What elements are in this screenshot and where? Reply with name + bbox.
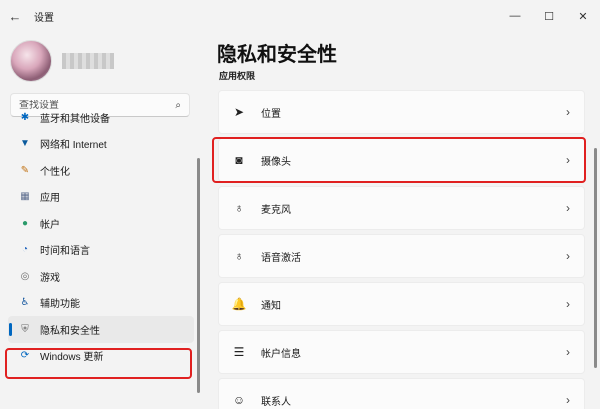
sidebar-item-icon: ● bbox=[21, 217, 29, 229]
sidebar-item-label: 个性化 bbox=[40, 166, 70, 178]
sidebar-item-icon: ✎ bbox=[20, 164, 30, 176]
user-profile[interactable] bbox=[10, 40, 114, 82]
permission-row-5[interactable]: ☰ 帐户信息 › bbox=[218, 330, 585, 374]
maximize-icon: ☐ bbox=[544, 10, 554, 23]
sidebar-item-label: 辅助功能 bbox=[40, 299, 80, 311]
sidebar-item-label: 蓝牙和其他设备 bbox=[40, 113, 110, 125]
minimize-icon: — bbox=[509, 10, 521, 22]
sidebar-item-5[interactable]: ◔ 时间和语言 bbox=[8, 237, 194, 264]
close-button[interactable]: ✕ bbox=[566, 0, 600, 32]
permission-icon: ☺ bbox=[232, 393, 246, 407]
chevron-right-icon: › bbox=[566, 393, 570, 407]
sidebar-item-icon: ⛨ bbox=[21, 323, 29, 335]
sidebar-item-label: 时间和语言 bbox=[40, 246, 90, 258]
sidebar-nav: ✱ 蓝牙和其他设备 ▼ 网络和 Internet ✎ 个性化 ▦ 应用 ● 帐户 ◔ 时间和语言 ◎ 游戏… bbox=[8, 104, 194, 369]
app-title: 设置 bbox=[34, 12, 54, 24]
chevron-right-icon: › bbox=[566, 345, 570, 359]
permission-label: 麦克风 bbox=[261, 204, 291, 216]
sidebar-item-label: 游戏 bbox=[40, 272, 60, 284]
sidebar-item-icon: ◎ bbox=[20, 270, 30, 282]
chevron-right-icon: › bbox=[566, 249, 570, 263]
permission-icon: ➤ bbox=[233, 105, 245, 119]
permission-icon: ♁ bbox=[234, 249, 244, 263]
main-scrollbar[interactable] bbox=[594, 148, 597, 368]
blurred-user-name bbox=[62, 53, 114, 69]
back-button[interactable]: ← bbox=[0, 0, 30, 32]
permission-label: 联系人 bbox=[261, 396, 291, 408]
permission-row-3[interactable]: ♁ 语音激活 › bbox=[218, 234, 585, 278]
sidebar-item-8[interactable]: ⛨ 隐私和安全性 bbox=[8, 316, 194, 343]
minimize-button[interactable]: — bbox=[498, 0, 532, 32]
sidebar-item-label: 应用 bbox=[40, 193, 60, 205]
avatar bbox=[10, 40, 52, 82]
sidebar-item-4[interactable]: ● 帐户 bbox=[8, 210, 194, 237]
back-arrow-icon: ← bbox=[8, 8, 22, 24]
sidebar-item-7[interactable]: ♿ 辅助功能 bbox=[8, 290, 194, 317]
permission-label: 帐户信息 bbox=[261, 348, 301, 360]
permission-icon: 🔔 bbox=[231, 297, 247, 311]
sidebar-item-icon: ▼ bbox=[20, 138, 30, 150]
permission-row-2[interactable]: ♁ 麦克风 › bbox=[218, 186, 585, 230]
permission-label: 通知 bbox=[261, 300, 281, 312]
sidebar-item-icon: ▦ bbox=[20, 191, 30, 203]
page-title: 隐私和安全性 bbox=[217, 44, 337, 66]
chevron-right-icon: › bbox=[566, 105, 570, 119]
permission-label: 语音激活 bbox=[261, 252, 301, 264]
sidebar-item-1[interactable]: ▼ 网络和 Internet bbox=[8, 131, 194, 158]
sidebar-scrollbar[interactable] bbox=[197, 158, 200, 393]
permission-label: 位置 bbox=[261, 108, 281, 120]
permission-icon: ☰ bbox=[233, 345, 245, 359]
sidebar-item-icon: ◔ bbox=[21, 244, 29, 256]
section-label: 应用权限 bbox=[219, 71, 256, 81]
chevron-right-icon: › bbox=[566, 297, 570, 311]
sidebar-item-label: 网络和 Internet bbox=[40, 140, 107, 152]
sidebar-item-3[interactable]: ▦ 应用 bbox=[8, 184, 194, 211]
sidebar-item-icon: ♿ bbox=[20, 297, 30, 309]
sidebar-item-label: 帐户 bbox=[40, 219, 60, 231]
sidebar-item-6[interactable]: ◎ 游戏 bbox=[8, 263, 194, 290]
sidebar-item-label: 隐私和安全性 bbox=[40, 325, 100, 337]
sidebar-item-icon: ✱ bbox=[20, 111, 30, 123]
sidebar-item-0[interactable]: ✱ 蓝牙和其他设备 bbox=[8, 104, 194, 131]
maximize-button[interactable]: ☐ bbox=[532, 0, 566, 32]
permission-row-0[interactable]: ➤ 位置 › bbox=[218, 90, 585, 134]
permission-row-6[interactable]: ☺ 联系人 › bbox=[218, 378, 585, 409]
chevron-right-icon: › bbox=[566, 201, 570, 215]
title-bar: ← 设置 — ☐ ✕ bbox=[0, 0, 600, 32]
window-controls: — ☐ ✕ bbox=[498, 0, 600, 32]
close-icon: ✕ bbox=[578, 10, 588, 23]
camera-highlight-box bbox=[212, 137, 586, 183]
selection-highlight-box bbox=[5, 348, 192, 379]
permission-row-4[interactable]: 🔔 通知 › bbox=[218, 282, 585, 326]
permission-icon: ♁ bbox=[234, 201, 244, 215]
sidebar-item-2[interactable]: ✎ 个性化 bbox=[8, 157, 194, 184]
